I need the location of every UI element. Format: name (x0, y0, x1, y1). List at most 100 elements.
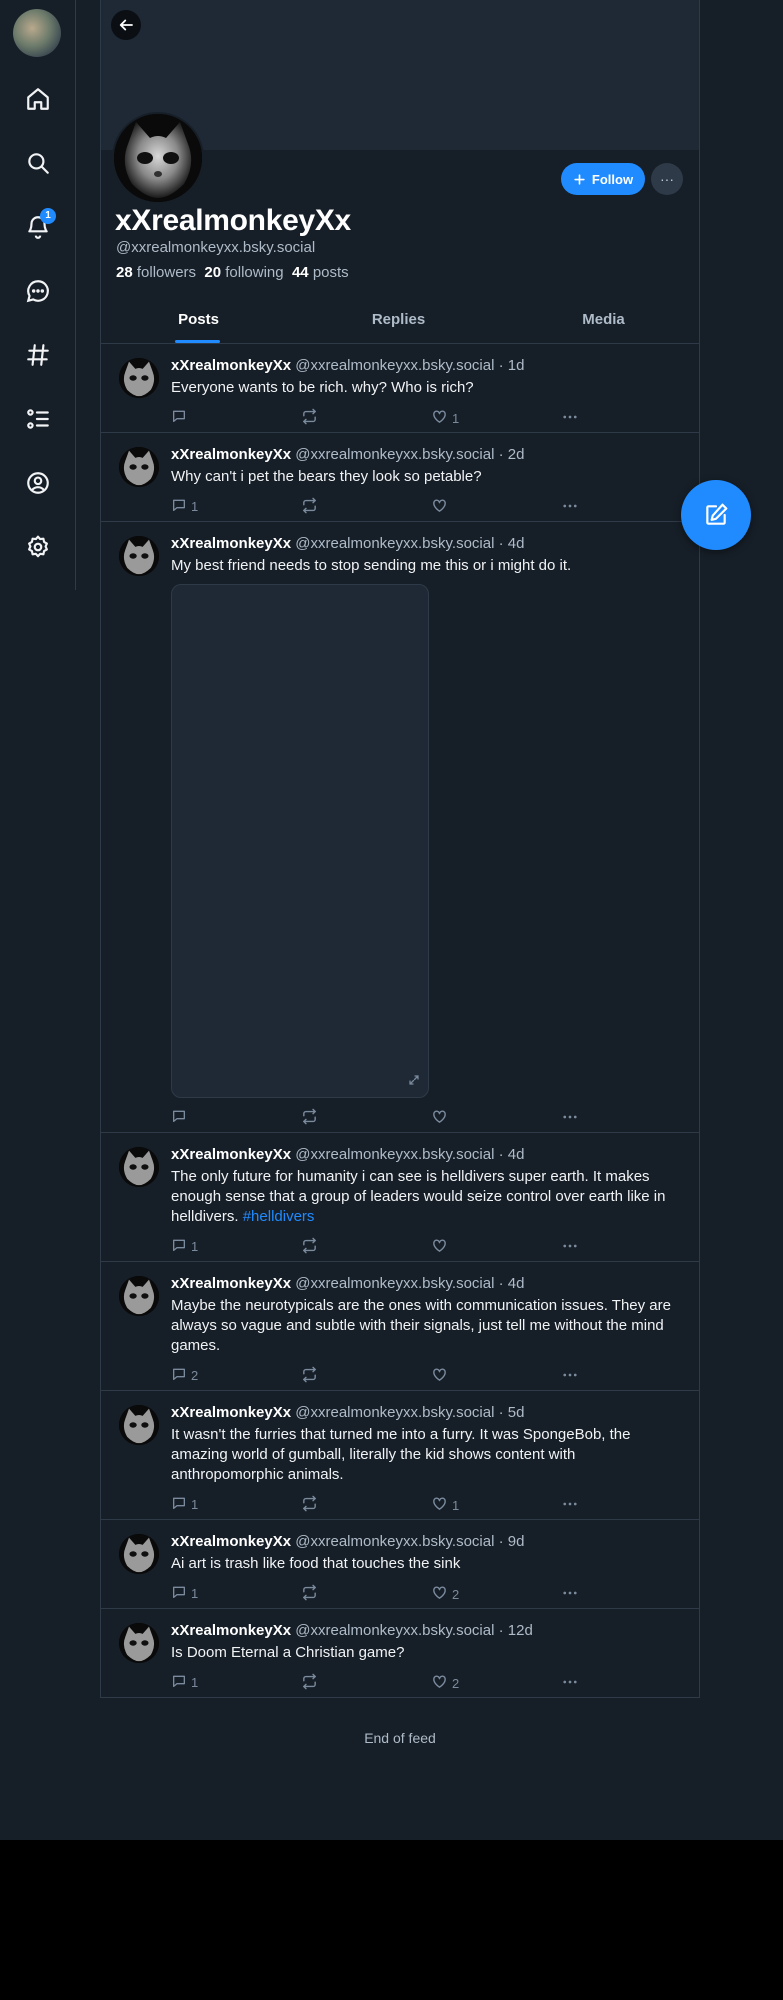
repost-button[interactable] (301, 497, 318, 517)
post-more-button[interactable] (561, 1584, 579, 1605)
profile-avatar[interactable] (112, 112, 204, 204)
post-author-name[interactable]: xXrealmonkeyXx (171, 1622, 291, 1639)
chat-icon[interactable] (22, 275, 54, 307)
like-button[interactable] (431, 497, 452, 517)
profile-more-button[interactable]: ··· (651, 163, 683, 195)
reply-button[interactable] (171, 1108, 191, 1127)
post-more-button[interactable] (561, 408, 579, 429)
post-more-button[interactable] (561, 1495, 579, 1516)
post-meta: xXrealmonkeyXx @xxrealmonkeyxx.bsky.soci… (171, 446, 525, 463)
repost-button[interactable] (301, 408, 318, 428)
tab-posts[interactable]: Posts (101, 296, 296, 344)
like-button[interactable] (431, 1237, 452, 1257)
post-item[interactable]: xXrealmonkeyXx @xxrealmonkeyxx.bsky.soci… (100, 1133, 700, 1262)
post-more-button[interactable] (561, 1366, 579, 1387)
like-button[interactable]: 2 (431, 1584, 459, 1604)
post-author-name[interactable]: xXrealmonkeyXx (171, 1146, 291, 1163)
profile-icon[interactable] (22, 467, 54, 499)
post-actions: 2 (171, 1360, 687, 1390)
post-more-button[interactable] (561, 1108, 579, 1129)
back-button[interactable] (111, 10, 141, 40)
post-author-name[interactable]: xXrealmonkeyXx (171, 446, 291, 463)
post-item[interactable]: xXrealmonkeyXx @xxrealmonkeyxx.bsky.soci… (100, 433, 700, 522)
post-avatar[interactable] (119, 1623, 159, 1663)
repost-icon (301, 1584, 318, 1604)
post-timestamp[interactable]: 4d (508, 1146, 525, 1163)
search-icon[interactable] (22, 147, 54, 179)
reply-button[interactable]: 1 (171, 1584, 198, 1603)
post-meta: xXrealmonkeyXx @xxrealmonkeyxx.bsky.soci… (171, 535, 525, 552)
post-avatar[interactable] (119, 447, 159, 487)
reply-button[interactable]: 1 (171, 1673, 198, 1692)
post-text: Maybe the neurotypicals are the ones wit… (171, 1297, 671, 1354)
reply-button[interactable]: 2 (171, 1366, 198, 1385)
plus-icon (574, 173, 585, 185)
post-author-name[interactable]: xXrealmonkeyXx (171, 1404, 291, 1421)
reply-button[interactable]: 1 (171, 497, 198, 516)
post-author-name[interactable]: xXrealmonkeyXx (171, 1533, 291, 1550)
tab-replies[interactable]: Replies (301, 296, 496, 344)
repost-button[interactable] (301, 1237, 318, 1257)
post-item[interactable]: xXrealmonkeyXx @xxrealmonkeyxx.bsky.soci… (100, 1262, 700, 1391)
post-item[interactable]: xXrealmonkeyXx @xxrealmonkeyxx.bsky.soci… (100, 522, 700, 1133)
post-timestamp[interactable]: 4d (508, 535, 525, 552)
like-button[interactable]: 1 (431, 408, 459, 428)
expand-icon[interactable] (408, 1073, 420, 1091)
post-item[interactable]: xXrealmonkeyXx @xxrealmonkeyxx.bsky.soci… (100, 1391, 700, 1520)
like-button[interactable]: 2 (431, 1673, 459, 1693)
post-author-name[interactable]: xXrealmonkeyXx (171, 535, 291, 552)
post-timestamp[interactable]: 2d (508, 446, 525, 463)
post-more-button[interactable] (561, 1237, 579, 1258)
home-icon[interactable] (22, 83, 54, 115)
post-author-handle: @xxrealmonkeyxx.bsky.social (295, 1533, 495, 1550)
repost-button[interactable] (301, 1366, 318, 1386)
post-author-handle: @xxrealmonkeyxx.bsky.social (295, 1275, 495, 1292)
reply-button[interactable] (171, 408, 191, 427)
settings-icon[interactable] (22, 531, 54, 563)
post-more-button[interactable] (561, 1673, 579, 1694)
post-author-handle: @xxrealmonkeyxx.bsky.social (295, 1404, 495, 1421)
reply-button[interactable]: 1 (171, 1495, 198, 1514)
repost-button[interactable] (301, 1673, 318, 1693)
like-button[interactable]: 1 (431, 1495, 459, 1515)
heart-icon (431, 1495, 448, 1515)
post-avatar[interactable] (119, 358, 159, 398)
reply-button[interactable]: 1 (171, 1237, 198, 1256)
post-avatar[interactable] (119, 536, 159, 576)
post-avatar[interactable] (119, 1147, 159, 1187)
repost-button[interactable] (301, 1584, 318, 1604)
display-name: xXrealmonkeyXx (115, 204, 351, 237)
post-author-name[interactable]: xXrealmonkeyXx (171, 357, 291, 374)
post-timestamp[interactable]: 1d (508, 357, 525, 374)
post-more-button[interactable] (561, 497, 579, 518)
post-timestamp[interactable]: 9d (508, 1533, 525, 1550)
repost-button[interactable] (301, 1495, 318, 1515)
post-author-name[interactable]: xXrealmonkeyXx (171, 1275, 291, 1292)
like-button[interactable] (431, 1108, 452, 1128)
hashtag-link[interactable]: #helldivers (243, 1208, 315, 1225)
like-button[interactable] (431, 1366, 452, 1386)
post-avatar[interactable] (119, 1405, 159, 1445)
my-avatar[interactable] (13, 9, 61, 57)
post-avatar[interactable] (119, 1534, 159, 1574)
tab-media[interactable]: Media (506, 296, 701, 344)
repost-button[interactable] (301, 1108, 318, 1128)
post-item[interactable]: xXrealmonkeyXx @xxrealmonkeyxx.bsky.soci… (100, 1520, 700, 1609)
followers-link[interactable]: 28 followers (116, 264, 196, 281)
following-link[interactable]: 20 following (204, 264, 283, 281)
post-timestamp[interactable]: 5d (508, 1404, 525, 1421)
follow-button[interactable]: Follow (561, 163, 645, 195)
ellipsis-icon (561, 1366, 579, 1387)
post-avatar[interactable] (119, 1276, 159, 1316)
posts-count: 44 posts (291, 264, 349, 281)
post-author-handle: @xxrealmonkeyxx.bsky.social (295, 357, 495, 374)
compose-post-button[interactable] (681, 480, 751, 550)
notifications-icon[interactable]: 1 (22, 208, 56, 243)
lists-icon[interactable] (22, 403, 54, 435)
post-media-embed[interactable] (171, 584, 429, 1098)
post-item[interactable]: xXrealmonkeyXx @xxrealmonkeyxx.bsky.soci… (100, 1609, 700, 1698)
post-timestamp[interactable]: 4d (508, 1275, 525, 1292)
post-timestamp[interactable]: 12d (508, 1622, 533, 1639)
feeds-icon[interactable] (22, 339, 54, 371)
post-item[interactable]: xXrealmonkeyXx @xxrealmonkeyxx.bsky.soci… (100, 344, 700, 433)
